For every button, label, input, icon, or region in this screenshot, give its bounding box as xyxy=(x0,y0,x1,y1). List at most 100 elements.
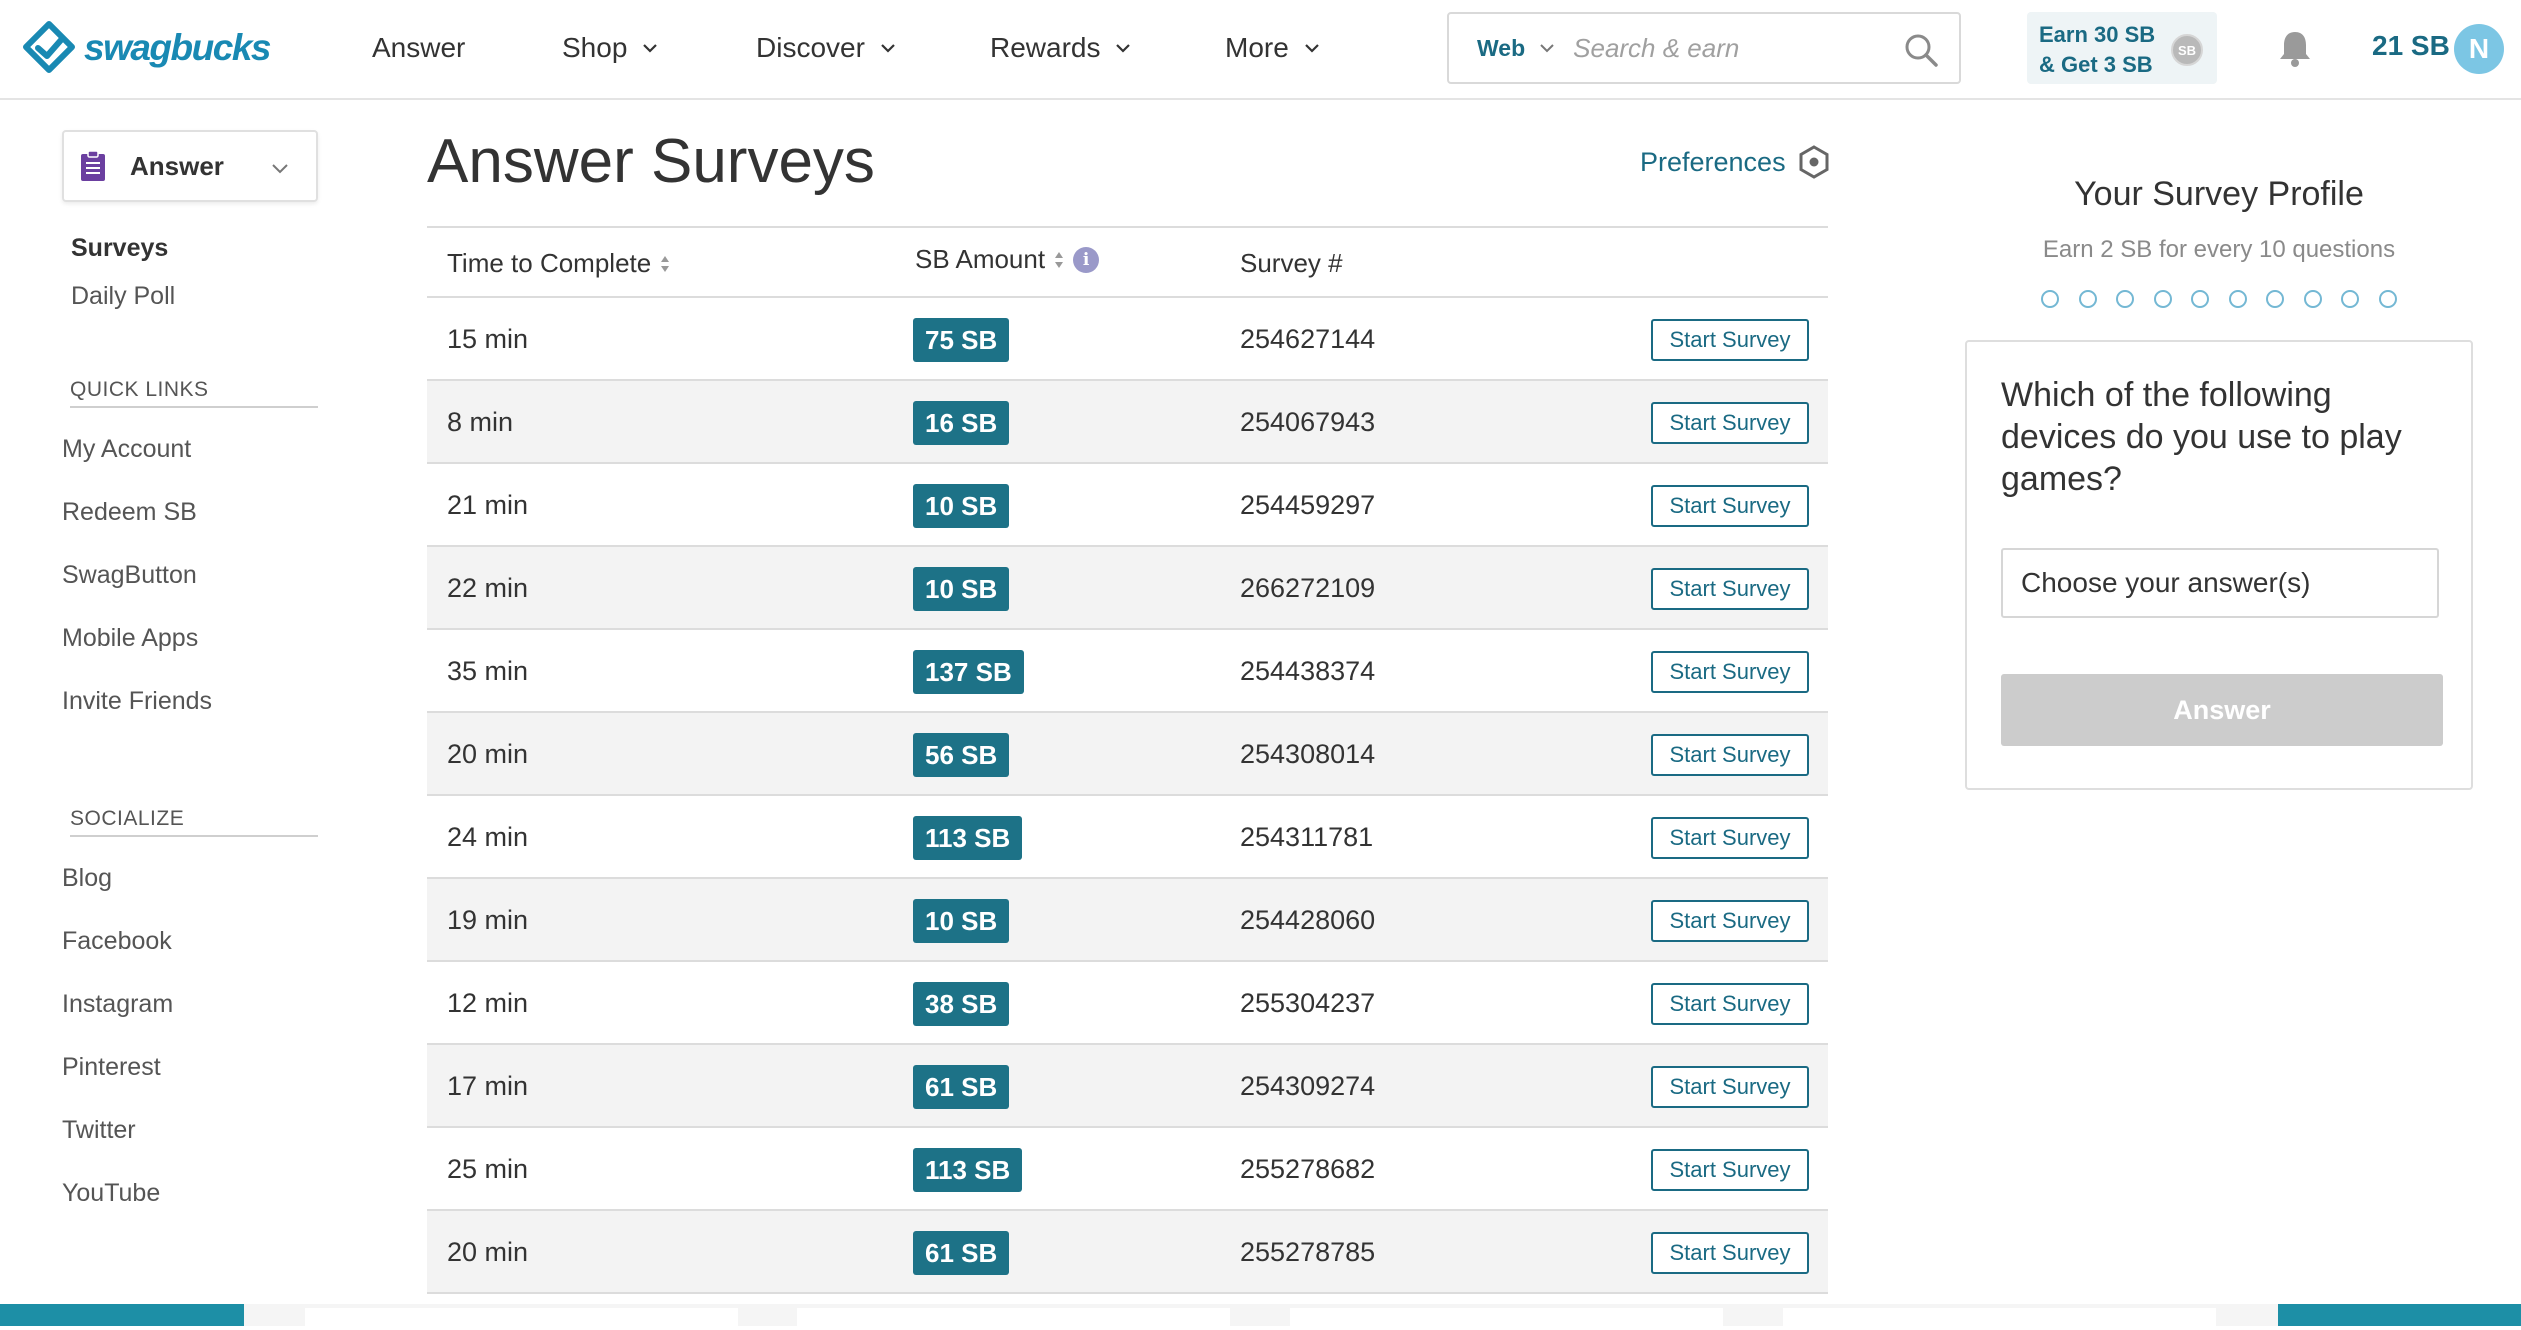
sb-amount-badge: 61 SB xyxy=(913,1231,1010,1275)
bottom-strip-segment xyxy=(2278,1304,2521,1326)
start-survey-button[interactable]: Start Survey xyxy=(1651,900,1809,942)
social-link-instagram[interactable]: Instagram xyxy=(62,990,173,1019)
gear-icon xyxy=(1799,145,1829,179)
sidebar-item-daily-poll[interactable]: Daily Poll xyxy=(71,282,175,311)
chevron-down-icon xyxy=(881,44,895,53)
survey-time: 22 min xyxy=(447,573,529,603)
survey-time: 20 min xyxy=(447,739,529,769)
quick-link-my-account[interactable]: My Account xyxy=(62,435,191,464)
swagbucks-logo[interactable]: swagbucks xyxy=(22,20,271,76)
search-bar: Web xyxy=(1447,12,1961,84)
avatar[interactable]: N xyxy=(2454,24,2504,74)
swagbucks-logo-icon xyxy=(23,21,75,73)
survey-number: 254459297 xyxy=(1240,490,1376,520)
start-survey-button[interactable]: Start Survey xyxy=(1651,817,1809,859)
col-amount-label: SB Amount xyxy=(915,244,1046,274)
col-time-header[interactable]: Time to Complete xyxy=(447,248,671,279)
start-survey-button[interactable]: Start Survey xyxy=(1651,1066,1809,1108)
start-survey-button[interactable]: Start Survey xyxy=(1651,402,1809,444)
nav-shop-label: Shop xyxy=(562,32,628,63)
table-row: 20 min 56 SB 254308014 Start Survey xyxy=(427,713,1828,796)
social-link-blog[interactable]: Blog xyxy=(62,864,112,893)
survey-number: 254428060 xyxy=(1240,905,1376,935)
table-header: Time to Complete SB Amount i Survey # xyxy=(427,228,1828,298)
survey-number: 254627144 xyxy=(1240,324,1376,354)
quick-link-redeem-sb[interactable]: Redeem SB xyxy=(62,498,197,527)
table-row: 15 min 75 SB 254627144 Start Survey xyxy=(427,298,1828,381)
progress-dot xyxy=(2191,290,2209,308)
quick-link-swagbutton[interactable]: SwagButton xyxy=(62,561,197,590)
social-link-facebook[interactable]: Facebook xyxy=(62,927,172,956)
survey-time: 12 min xyxy=(447,988,529,1018)
bell-icon[interactable] xyxy=(2276,28,2314,68)
sb-amount-badge: 10 SB xyxy=(913,899,1010,943)
search-icon[interactable] xyxy=(1903,32,1939,68)
sort-icon xyxy=(1055,251,1064,268)
nav-rewards[interactable]: Rewards xyxy=(990,28,1132,68)
survey-number: 255278785 xyxy=(1240,1237,1376,1267)
start-survey-button[interactable]: Start Survey xyxy=(1651,651,1809,693)
survey-time: 19 min xyxy=(447,905,529,935)
sb-amount-badge: 61 SB xyxy=(913,1065,1010,1109)
sb-amount-badge: 10 SB xyxy=(913,484,1010,528)
bottom-strip-segment xyxy=(0,1304,244,1326)
survey-time: 17 min xyxy=(447,1071,529,1101)
answer-dropdown[interactable]: Choose your answer(s) xyxy=(2001,548,2439,618)
survey-number: 254438374 xyxy=(1240,656,1376,686)
progress-dot xyxy=(2116,290,2134,308)
survey-number: 254309274 xyxy=(1240,1071,1376,1101)
survey-time: 24 min xyxy=(447,822,529,852)
start-survey-button[interactable]: Start Survey xyxy=(1651,1149,1809,1191)
nav-answer[interactable]: Answer xyxy=(372,28,465,68)
search-input[interactable] xyxy=(1573,26,1884,70)
progress-dot xyxy=(2303,290,2322,308)
sb-amount-badge: 113 SB xyxy=(913,816,1023,860)
table-row: 17 min 61 SB 254309274 Start Survey xyxy=(427,1045,1828,1128)
section-selector-label: Answer xyxy=(130,150,224,181)
survey-number: 254308014 xyxy=(1240,739,1376,769)
start-survey-button[interactable]: Start Survey xyxy=(1651,319,1809,361)
info-icon[interactable]: i xyxy=(1073,246,1100,273)
bottom-strip-segment xyxy=(305,1308,738,1330)
start-survey-button[interactable]: Start Survey xyxy=(1651,485,1809,527)
table-row: 12 min 38 SB 255304237 Start Survey xyxy=(427,962,1828,1045)
table-row: 24 min 113 SB 254311781 Start Survey xyxy=(427,796,1828,879)
col-time-label: Time to Complete xyxy=(447,248,652,278)
bottom-strip-segment xyxy=(797,1308,1230,1330)
sidebar-item-surveys[interactable]: Surveys xyxy=(71,234,168,263)
col-amount-header[interactable]: SB Amount i xyxy=(915,244,1100,275)
progress-dot xyxy=(2153,290,2172,308)
section-selector[interactable]: Answer xyxy=(62,130,318,202)
nav-discover[interactable]: Discover xyxy=(756,28,897,68)
table-row: 35 min 137 SB 254438374 Start Survey xyxy=(427,630,1828,713)
earn-promo-button[interactable]: Earn 30 SB & Get 3 SB SB xyxy=(2027,12,2217,84)
brand-name: swagbucks xyxy=(84,27,271,68)
table-row: 21 min 10 SB 254459297 Start Survey xyxy=(427,464,1828,547)
social-link-twitter[interactable]: Twitter xyxy=(62,1116,136,1145)
start-survey-button[interactable]: Start Survey xyxy=(1651,734,1809,776)
survey-number: 266272109 xyxy=(1240,573,1376,603)
table-row: 22 min 10 SB 266272109 Start Survey xyxy=(427,547,1828,630)
nav-more[interactable]: More xyxy=(1225,28,1321,68)
answer-button[interactable]: Answer xyxy=(2001,674,2443,746)
preferences-link[interactable]: Preferences xyxy=(1640,144,1832,180)
quick-link-invite-friends[interactable]: Invite Friends xyxy=(62,687,212,716)
survey-profile-title: Your Survey Profile xyxy=(2074,175,2364,213)
social-link-pinterest[interactable]: Pinterest xyxy=(62,1053,161,1082)
quick-link-mobile-apps[interactable]: Mobile Apps xyxy=(62,624,198,653)
sb-balance[interactable]: 21 SB xyxy=(2372,30,2450,62)
progress-dot xyxy=(2266,290,2284,308)
start-survey-button[interactable]: Start Survey xyxy=(1651,1232,1809,1274)
start-survey-button[interactable]: Start Survey xyxy=(1651,568,1809,610)
survey-time: 21 min xyxy=(447,490,529,520)
social-link-youtube[interactable]: YouTube xyxy=(62,1179,160,1208)
chevron-down-icon xyxy=(1540,44,1554,53)
start-survey-button[interactable]: Start Survey xyxy=(1651,983,1809,1025)
bottom-strip-segment xyxy=(1783,1308,2216,1330)
sb-amount-badge: 56 SB xyxy=(913,733,1010,777)
socialize-heading: SOCIALIZE xyxy=(70,807,318,837)
search-type-dropdown[interactable]: Web xyxy=(1477,35,1555,62)
survey-time: 15 min xyxy=(447,324,529,354)
clipboard-icon xyxy=(81,150,105,181)
nav-shop[interactable]: Shop xyxy=(562,28,659,68)
